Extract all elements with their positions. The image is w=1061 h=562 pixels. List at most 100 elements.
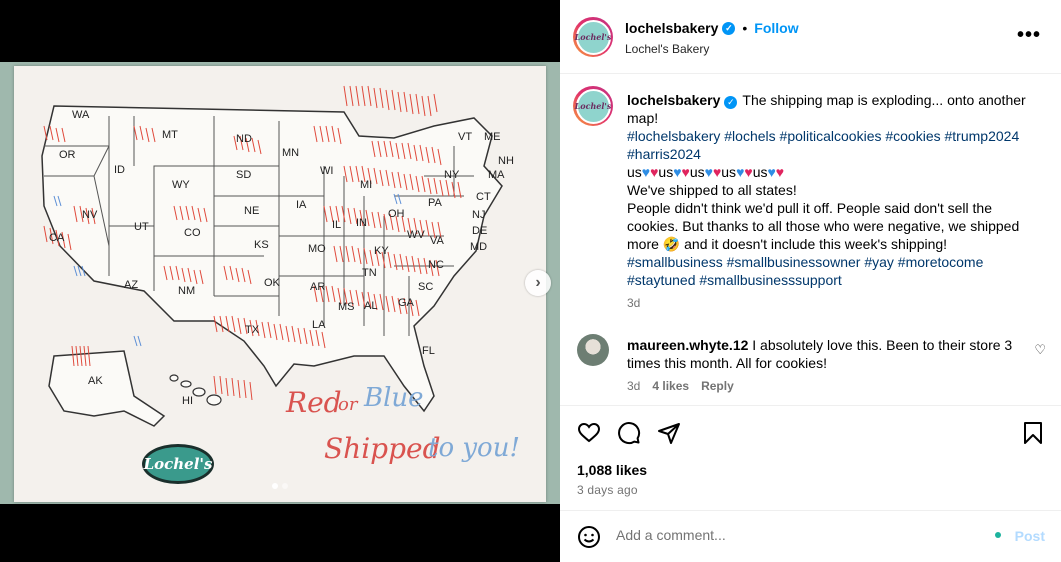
handwriting-or: or <box>338 394 359 415</box>
blue-heart-icon: ♥ <box>641 164 651 180</box>
comment-meta: 3d 4 likes Reply <box>627 379 734 393</box>
handwriting-to-you: to you! <box>428 433 520 463</box>
caption-text: lochelsbakery ✓ The shipping map is explod… <box>627 91 1029 289</box>
caption-username[interactable]: lochelsbakery <box>627 92 720 108</box>
likes-count[interactable]: 1,088 likes <box>577 462 647 478</box>
like-heart-icon[interactable] <box>577 421 601 445</box>
svg-text:MD: MD <box>470 241 487 253</box>
comment-bubble-icon[interactable] <box>617 421 641 445</box>
verified-badge-icon: ✓ <box>722 21 736 35</box>
svg-text:DE: DE <box>472 225 487 237</box>
caption-us-hearts: us♥♥us♥♥us♥♥us♥♥us♥♥ <box>627 164 785 180</box>
comment-time: 3d <box>627 379 641 393</box>
blue-heart-icon: ♥ <box>704 164 713 180</box>
carousel-dots <box>272 483 288 489</box>
post-media: WA OR CA NV ID MT WY UT AZ NM CO ND SD N… <box>0 0 560 562</box>
status-dot <box>995 532 1001 538</box>
handwriting-shipped: Shipped <box>324 432 441 465</box>
caption-line3-tail: and it doesn't include this week's shipp… <box>684 236 948 252</box>
svg-text:HI: HI <box>182 395 193 407</box>
svg-text:CO: CO <box>184 227 201 239</box>
comment-reply-button[interactable]: Reply <box>701 379 734 393</box>
svg-text:SD: SD <box>236 169 251 181</box>
red-heart-icon: ♥ <box>775 164 785 180</box>
comment-input[interactable] <box>616 527 976 543</box>
svg-text:VT: VT <box>458 131 472 143</box>
comment-like-icon[interactable]: ♡ <box>1034 342 1046 358</box>
caption-avatar[interactable]: Lochel's <box>573 86 613 126</box>
red-heart-icon: ♥ <box>744 164 753 180</box>
svg-text:MA: MA <box>488 169 505 181</box>
svg-text:KY: KY <box>374 245 389 257</box>
caption-hashtags-2[interactable]: #smallbusiness #smallbusinessowner #yay … <box>627 254 983 288</box>
bookmark-icon[interactable] <box>1021 421 1045 445</box>
svg-text:WI: WI <box>320 165 333 177</box>
svg-text:MO: MO <box>308 243 326 255</box>
carousel-dot-1 <box>272 483 278 489</box>
post-header: Lochel's lochelsbakery ✓ • Follow Lochel… <box>560 0 1061 74</box>
svg-text:TX: TX <box>245 324 260 336</box>
svg-text:WY: WY <box>172 179 190 191</box>
blue-heart-icon: ♥ <box>767 164 776 180</box>
svg-text:NE: NE <box>244 205 259 217</box>
lochels-avatar-logo: Lochel's <box>575 90 611 122</box>
state-label-wa: WA <box>72 109 90 121</box>
svg-text:CA: CA <box>49 232 65 244</box>
follow-button[interactable]: Follow <box>754 20 798 36</box>
svg-text:AZ: AZ <box>124 279 138 291</box>
svg-text:GA: GA <box>398 297 415 309</box>
svg-text:FL: FL <box>422 345 435 357</box>
svg-text:NJ: NJ <box>472 209 485 221</box>
author-avatar[interactable]: Lochel's <box>573 17 613 57</box>
comment-item: maureen.whyte.12 I absolutely love this.… <box>560 333 1061 405</box>
share-send-icon[interactable] <box>657 421 681 445</box>
shipping-map-poster: WA OR CA NV ID MT WY UT AZ NM CO ND SD N… <box>14 66 546 502</box>
commenter-avatar[interactable] <box>577 334 609 366</box>
post-photo: WA OR CA NV ID MT WY UT AZ NM CO ND SD N… <box>0 62 560 504</box>
svg-text:MS: MS <box>338 301 355 313</box>
post-comment-button[interactable]: Post <box>1015 528 1045 544</box>
svg-text:NY: NY <box>444 169 460 181</box>
svg-text:IL: IL <box>332 219 341 231</box>
svg-text:SC: SC <box>418 281 433 293</box>
us-map-drawing: WA OR CA NV ID MT WY UT AZ NM CO ND SD N… <box>41 85 520 465</box>
svg-text:MT: MT <box>162 129 178 141</box>
lochels-logo: Lochel's <box>142 444 214 484</box>
commenter-username[interactable]: maureen.whyte.12 <box>627 337 748 353</box>
author-subtitle[interactable]: Lochel's Bakery <box>625 42 709 56</box>
svg-text:WV: WV <box>407 229 425 241</box>
more-horizontal-icon[interactable]: ••• <box>1017 24 1041 47</box>
blue-heart-icon: ♥ <box>673 164 682 180</box>
caption-time: 3d <box>627 296 641 310</box>
rofl-emoji-icon: 🤣 <box>662 236 681 252</box>
comment-likes[interactable]: 4 likes <box>652 379 689 393</box>
svg-text:NC: NC <box>428 259 444 271</box>
svg-text:MN: MN <box>282 147 299 159</box>
svg-text:LA: LA <box>312 319 326 331</box>
svg-text:ND: ND <box>236 133 252 145</box>
emoji-smiley-icon[interactable] <box>577 525 601 549</box>
post-actions: 1,088 likes 3 days ago <box>560 405 1061 505</box>
svg-text:IA: IA <box>296 199 307 211</box>
svg-text:AK: AK <box>88 375 103 387</box>
svg-text:ID: ID <box>114 164 125 176</box>
carousel-next-button[interactable]: › <box>525 270 551 296</box>
svg-text:OH: OH <box>388 208 405 220</box>
add-comment-bar: Post <box>560 510 1061 562</box>
svg-text:VA: VA <box>430 235 445 247</box>
caption-line2: We've shipped to all states! <box>627 182 797 198</box>
header-separator: • <box>742 20 748 36</box>
svg-text:OR: OR <box>59 149 76 161</box>
author-username[interactable]: lochelsbakery <box>625 20 718 36</box>
handwriting-blue: Blue <box>363 383 424 413</box>
svg-text:KS: KS <box>254 239 269 251</box>
svg-text:AR: AR <box>310 281 325 293</box>
verified-badge-icon: ✓ <box>724 96 738 109</box>
caption-hashtags-1[interactable]: #lochelsbakery #lochels #politicalcookie… <box>627 128 1019 162</box>
comment-text: maureen.whyte.12 I absolutely love this.… <box>627 336 1027 372</box>
handwriting-red: Red <box>285 386 342 419</box>
red-heart-icon: ♥ <box>681 164 690 180</box>
svg-text:TN: TN <box>362 267 377 279</box>
svg-text:MI: MI <box>360 179 372 191</box>
svg-text:CT: CT <box>476 191 491 203</box>
